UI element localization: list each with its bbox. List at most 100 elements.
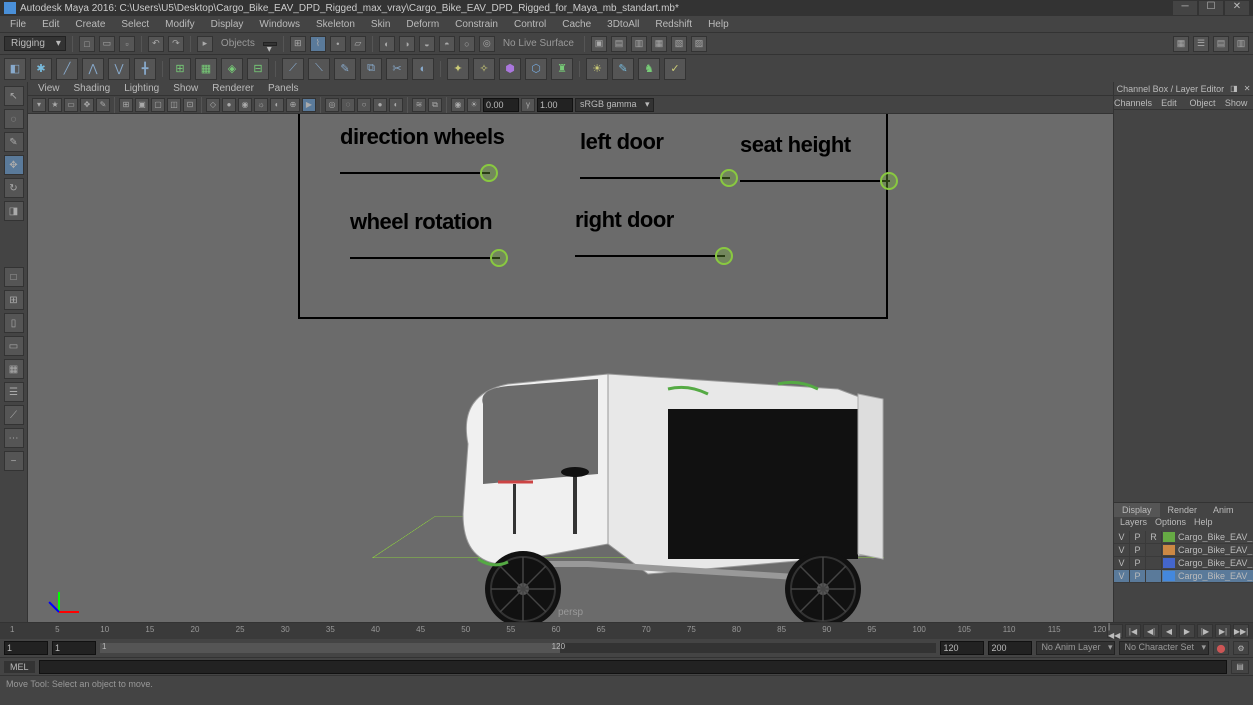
anim-layer-dropdown[interactable]: No Anim Layer xyxy=(1036,641,1115,655)
rig-slider-track[interactable] xyxy=(350,257,500,259)
layer-v-toggle[interactable]: V xyxy=(1114,570,1130,583)
xray-icon[interactable]: ◌ xyxy=(341,98,355,112)
layout-two-icon[interactable]: ▯ xyxy=(4,313,24,333)
layout-four-icon[interactable]: ⊞ xyxy=(4,290,24,310)
default-mat-icon[interactable]: ● xyxy=(373,98,387,112)
rig-slider-handle[interactable] xyxy=(480,164,498,182)
ik-icon[interactable]: ╱ xyxy=(56,58,78,80)
layer-row[interactable]: VPCargo_Bike_EAV_DPD_ xyxy=(1114,570,1253,583)
layer-tab-anim[interactable]: Anim xyxy=(1205,503,1242,517)
custom-icon[interactable]: ⋯ xyxy=(4,428,24,448)
scale-tool-icon[interactable]: ◨ xyxy=(4,201,24,221)
layout-3-icon[interactable]: ▦ xyxy=(4,359,24,379)
constraint2-icon[interactable]: ✧ xyxy=(473,58,495,80)
layer-color-swatch[interactable] xyxy=(1163,558,1175,568)
range-start-outer-input[interactable] xyxy=(4,641,48,655)
rewind-button[interactable]: |◀◀ xyxy=(1107,624,1123,638)
layout-icon-4[interactable]: ▥ xyxy=(1233,36,1249,52)
exposure-icon[interactable]: ☀ xyxy=(467,98,481,112)
script-lang-label[interactable]: MEL xyxy=(4,661,35,673)
camera-select-icon[interactable]: ▾ xyxy=(32,98,46,112)
save-scene-icon[interactable]: ▫ xyxy=(119,36,135,52)
gamma-icon[interactable]: γ xyxy=(521,98,535,112)
graph-icon[interactable]: ⟋ xyxy=(4,405,24,425)
cluster-icon[interactable]: ◈ xyxy=(221,58,243,80)
anim2-icon[interactable]: ✎ xyxy=(612,58,634,80)
image-plane-icon[interactable]: ▭ xyxy=(64,98,78,112)
step-fwd-frame-button[interactable]: ▶| xyxy=(1215,624,1231,638)
layer-p-toggle[interactable]: P xyxy=(1130,570,1146,583)
snap-curve-icon[interactable]: ⌇ xyxy=(310,36,326,52)
undo-icon[interactable]: ↶ xyxy=(148,36,164,52)
menu-help[interactable]: Help xyxy=(702,19,735,30)
layer-row[interactable]: VPRCargo_Bike_EAV_DPD_ xyxy=(1114,531,1253,544)
range-end-outer-input[interactable] xyxy=(988,641,1032,655)
rig-slider-handle[interactable] xyxy=(720,169,738,187)
film-gate-icon[interactable]: ▣ xyxy=(135,98,149,112)
panel-menu-shading[interactable]: Shading xyxy=(70,83,115,94)
layer-tab-render[interactable]: Render xyxy=(1160,503,1206,517)
go-end-button[interactable]: ▶▶| xyxy=(1233,624,1249,638)
res-gate-icon[interactable]: ▢ xyxy=(151,98,165,112)
grid-icon[interactable]: ⊞ xyxy=(119,98,133,112)
range-start-inner-input[interactable] xyxy=(52,641,96,655)
menu-edit[interactable]: Edit xyxy=(36,19,65,30)
menu-3dtoall[interactable]: 3DtoAll xyxy=(601,19,645,30)
layer-row[interactable]: VPCargo_Bike_EAV_DPD_ xyxy=(1114,544,1253,557)
step-back-key-button[interactable]: ◀| xyxy=(1143,624,1159,638)
construction4-icon[interactable]: ◎ xyxy=(479,36,495,52)
rig-slider-track[interactable] xyxy=(580,177,730,179)
autokey-toggle[interactable]: ⬤ xyxy=(1213,641,1229,655)
character-set-dropdown[interactable]: No Character Set xyxy=(1119,641,1209,655)
select-mode-icon[interactable]: ▸ xyxy=(197,36,213,52)
minus-icon[interactable]: − xyxy=(4,451,24,471)
workspace-dropdown[interactable]: Rigging xyxy=(4,36,66,51)
ik2-icon[interactable]: ⋀ xyxy=(82,58,104,80)
layer-r-toggle[interactable] xyxy=(1146,570,1162,583)
ao-icon[interactable]: ◐ xyxy=(389,98,403,112)
ipr-icon[interactable]: ▤ xyxy=(611,36,627,52)
2d-pan-icon[interactable]: ✥ xyxy=(80,98,94,112)
snap-grid-icon[interactable]: ⊞ xyxy=(290,36,306,52)
layer-p-toggle[interactable]: P xyxy=(1130,544,1146,557)
objects-dropdown[interactable] xyxy=(263,42,277,46)
joint-icon[interactable]: ✱ xyxy=(30,58,52,80)
layer-menu-help[interactable]: Help xyxy=(1194,517,1213,531)
anim4-icon[interactable]: ✓ xyxy=(664,58,686,80)
construction3-icon[interactable]: ○ xyxy=(459,36,475,52)
anim-icon[interactable]: ☀ xyxy=(586,58,608,80)
menu-redshift[interactable]: Redshift xyxy=(649,19,698,30)
blend-icon[interactable]: ◐ xyxy=(412,58,434,80)
layer-p-toggle[interactable]: P xyxy=(1130,557,1146,570)
playblast-icon[interactable]: ▨ xyxy=(691,36,707,52)
select-tool-icon[interactable]: ↖ xyxy=(4,86,24,106)
prefs-icon[interactable]: ⚙ xyxy=(1233,641,1249,655)
layer-tab-display[interactable]: Display xyxy=(1114,503,1160,517)
redo-icon[interactable]: ↷ xyxy=(168,36,184,52)
time-ruler[interactable]: 1510152025303540455055606570758085909510… xyxy=(0,623,1253,639)
layer-r-toggle[interactable]: R xyxy=(1146,531,1162,544)
lattice2-icon[interactable]: ▦ xyxy=(195,58,217,80)
render-settings-icon[interactable]: ▥ xyxy=(631,36,647,52)
render-view-icon[interactable]: ▦ xyxy=(651,36,667,52)
menu-deform[interactable]: Deform xyxy=(400,19,445,30)
color-management-dropdown[interactable]: sRGB gamma xyxy=(575,98,654,112)
paint-tool-icon[interactable]: ✎ xyxy=(4,132,24,152)
channel-tab-object[interactable]: Object xyxy=(1186,96,1220,109)
history-off-icon[interactable]: ◑ xyxy=(399,36,415,52)
layer-v-toggle[interactable]: V xyxy=(1114,531,1130,544)
bookmarks-icon[interactable]: ★ xyxy=(48,98,62,112)
pose-icon[interactable]: ⬢ xyxy=(499,58,521,80)
constraint-icon[interactable]: ✦ xyxy=(447,58,469,80)
render-icon[interactable]: ▣ xyxy=(591,36,607,52)
snap-point-icon[interactable]: • xyxy=(330,36,346,52)
paint-icon[interactable]: ✎ xyxy=(334,58,356,80)
isolate-icon[interactable]: ◎ xyxy=(325,98,339,112)
hypershade-icon[interactable]: ▧ xyxy=(671,36,687,52)
close-button[interactable]: ✕ xyxy=(1225,1,1249,15)
vp2-icon[interactable]: ▶ xyxy=(302,98,316,112)
motion-blur-icon[interactable]: ≋ xyxy=(412,98,426,112)
layer-menu-layers[interactable]: Layers xyxy=(1120,517,1147,531)
outliner-icon[interactable]: ☰ xyxy=(4,382,24,402)
anim3-icon[interactable]: ♞ xyxy=(638,58,660,80)
